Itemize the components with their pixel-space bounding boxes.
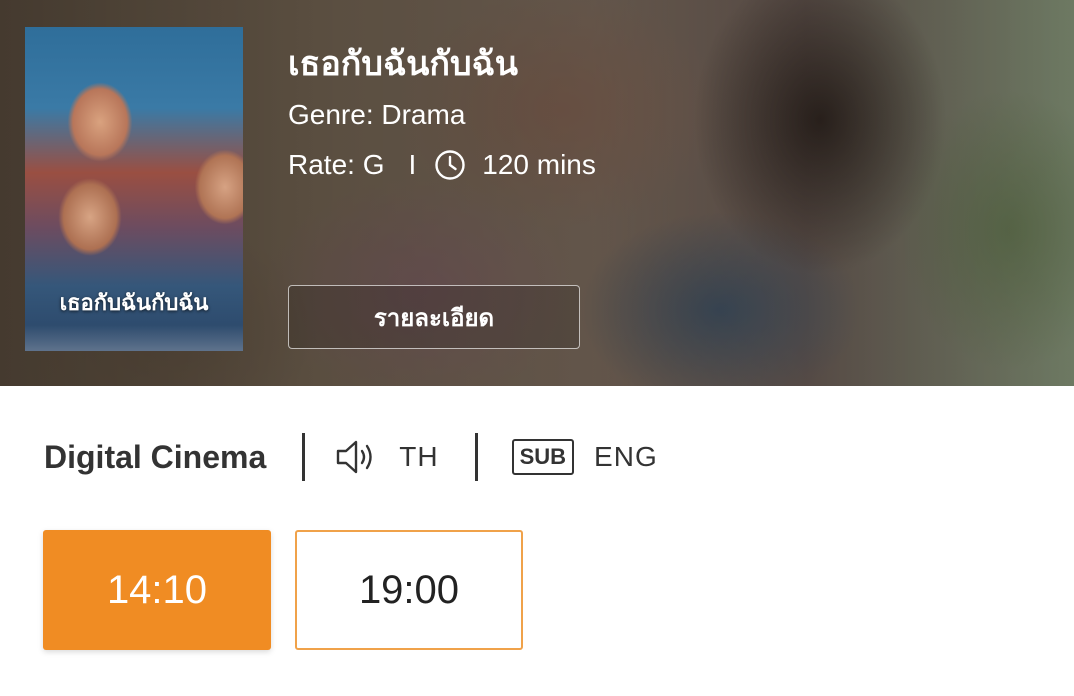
divider [474, 433, 478, 481]
movie-title: เธอกับฉันกับฉัน [288, 44, 518, 84]
separator: I [408, 149, 417, 180]
movie-info: เธอกับฉันกับฉัน Genre: Drama Rate: G I 1… [288, 40, 596, 184]
format-row: Digital Cinema TH SUB ENG [44, 430, 658, 484]
audio-language: TH [399, 441, 439, 472]
rate-duration-row: Rate: G I 120 mins [288, 146, 596, 184]
showtime-button-1410[interactable]: 14:10 [43, 530, 271, 650]
poster-logo-strip [25, 325, 243, 351]
poster-title: เธอกับฉันกับฉัน [59, 291, 209, 316]
subtitle-badge: SUB [511, 439, 575, 475]
details-button[interactable]: รายละเอียด [288, 285, 580, 349]
subtitle-language: ENG [594, 441, 658, 472]
movie-rate: Rate: G [288, 149, 385, 180]
movie-genre: Genre: Drama [288, 99, 466, 130]
format-name: Digital Cinema [44, 438, 267, 475]
movie-duration: 120 mins [482, 149, 596, 180]
divider [302, 433, 306, 481]
movie-poster[interactable]: เธอกับฉันกับฉัน [25, 27, 243, 351]
speaker-icon [337, 440, 372, 474]
clock-icon [435, 150, 465, 180]
showtime-button-1900[interactable]: 19:00 [295, 530, 523, 650]
